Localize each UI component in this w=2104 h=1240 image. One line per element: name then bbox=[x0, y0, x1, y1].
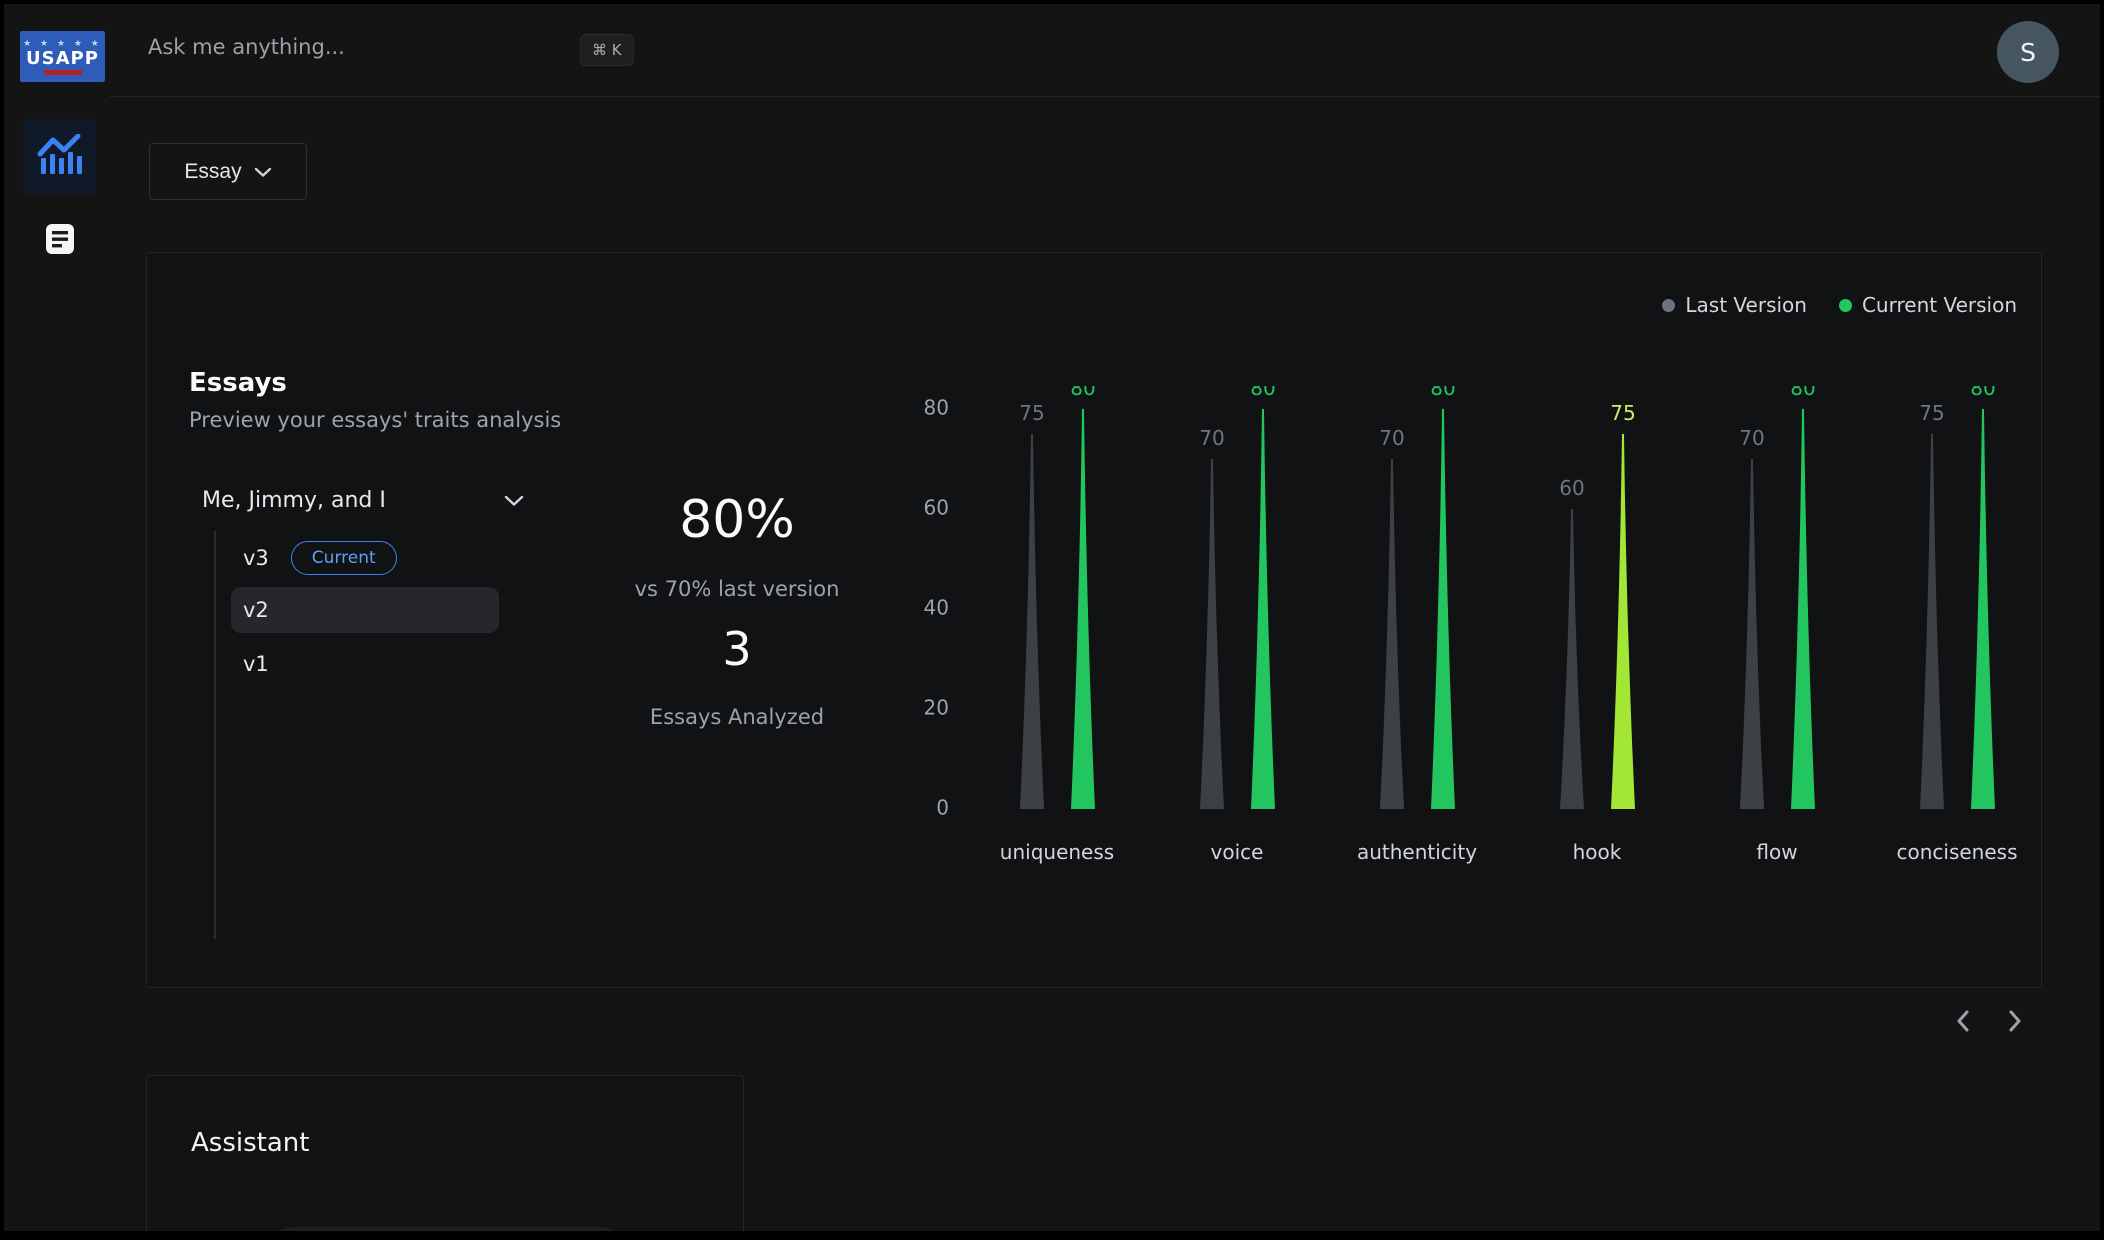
svg-text:80: 80 bbox=[1970, 386, 1995, 400]
chevron-down-icon bbox=[504, 488, 524, 513]
carousel-pager bbox=[1944, 1002, 2034, 1040]
chevron-down-icon bbox=[254, 160, 272, 184]
legend-dot-green bbox=[1839, 299, 1852, 312]
chevron-left-icon[interactable] bbox=[1944, 1002, 1982, 1040]
legend-label: Last Version bbox=[1685, 293, 1807, 317]
logo-stars: ★ ★ ★ ★ ★ bbox=[23, 39, 102, 49]
keyboard-shortcut-badge: ⌘ K bbox=[580, 34, 634, 66]
svg-text:60: 60 bbox=[924, 496, 949, 520]
versions-tree-line bbox=[214, 531, 216, 939]
legend-item-current-version: Current Version bbox=[1839, 293, 2017, 317]
svg-text:75: 75 bbox=[1019, 401, 1044, 425]
bar-chart-trend-icon bbox=[37, 134, 83, 180]
svg-text:uniqueness: uniqueness bbox=[1000, 840, 1114, 864]
svg-text:80: 80 bbox=[1790, 386, 1815, 400]
svg-text:80: 80 bbox=[924, 396, 949, 420]
essays-count: 3 bbox=[722, 623, 751, 675]
essay-selector[interactable]: Me, Jimmy, and I bbox=[202, 483, 524, 517]
svg-text:conciseness: conciseness bbox=[1896, 840, 2017, 864]
current-score: 80% bbox=[679, 491, 795, 549]
logo-red-bar bbox=[44, 70, 82, 75]
legend-label: Current Version bbox=[1862, 293, 2017, 317]
assistant-input-bubble[interactable] bbox=[266, 1227, 628, 1231]
app-logo[interactable]: ★ ★ ★ ★ ★ USAPP bbox=[20, 31, 105, 82]
svg-text:20: 20 bbox=[924, 696, 949, 720]
version-label: v2 bbox=[243, 598, 269, 622]
svg-text:70: 70 bbox=[1199, 426, 1224, 450]
sidebar-item-analytics[interactable] bbox=[23, 119, 96, 194]
svg-text:0: 0 bbox=[936, 796, 949, 820]
logo-text: USAPP bbox=[26, 49, 99, 69]
assistant-panel: Assistant bbox=[146, 1075, 744, 1231]
svg-text:authenticity: authenticity bbox=[1357, 840, 1477, 864]
card-title: Essays bbox=[189, 368, 287, 398]
essay-type-dropdown[interactable]: Essay bbox=[149, 143, 307, 200]
version-label: v1 bbox=[243, 652, 269, 676]
svg-text:70: 70 bbox=[1739, 426, 1764, 450]
app-window: ★ ★ ★ ★ ★ USAPP Ask me anything... ⌘ K S bbox=[4, 4, 2100, 1231]
svg-text:voice: voice bbox=[1211, 840, 1264, 864]
version-row-v2[interactable]: v2 bbox=[231, 587, 499, 633]
version-row-v1[interactable]: v1 bbox=[231, 643, 499, 685]
user-avatar[interactable]: S bbox=[1997, 21, 2059, 83]
svg-text:75: 75 bbox=[1610, 401, 1635, 425]
essays-count-label: Essays Analyzed bbox=[650, 705, 824, 729]
stats-summary: 80% vs 70% last version 3 Essays Analyze… bbox=[577, 491, 897, 729]
version-row-v3[interactable]: v3 Current bbox=[243, 541, 397, 575]
svg-text:flow: flow bbox=[1756, 840, 1797, 864]
svg-text:75: 75 bbox=[1919, 401, 1944, 425]
chevron-right-icon[interactable] bbox=[1996, 1002, 2034, 1040]
svg-text:80: 80 bbox=[1430, 386, 1455, 400]
svg-text:hook: hook bbox=[1573, 840, 1622, 864]
chart-legend: Last Version Current Version bbox=[1662, 293, 2017, 317]
sidebar-item-notes[interactable] bbox=[23, 216, 96, 266]
svg-text:70: 70 bbox=[1379, 426, 1404, 450]
assistant-title: Assistant bbox=[191, 1128, 309, 1158]
svg-text:80: 80 bbox=[1070, 386, 1095, 400]
card-subtitle: Preview your essays' traits analysis bbox=[189, 408, 561, 432]
svg-text:40: 40 bbox=[924, 596, 949, 620]
search-input[interactable]: Ask me anything... bbox=[148, 35, 345, 59]
essays-analysis-card: Last Version Current Version Essays Prev… bbox=[146, 252, 2042, 988]
topbar-divider bbox=[110, 96, 2100, 97]
svg-text:80: 80 bbox=[1250, 386, 1275, 400]
current-version-badge: Current bbox=[291, 541, 397, 575]
notes-icon bbox=[45, 223, 75, 259]
traits-chart: 80 60 40 20 0 75 80 uniqueness 70 80 voice 70 80 auth… bbox=[901, 386, 2051, 896]
essay-type-label: Essay bbox=[184, 160, 241, 184]
svg-text:60: 60 bbox=[1559, 476, 1584, 500]
essay-selector-value: Me, Jimmy, and I bbox=[202, 488, 386, 513]
version-label: v3 bbox=[243, 546, 269, 570]
legend-item-last-version: Last Version bbox=[1662, 293, 1807, 317]
score-comparison: vs 70% last version bbox=[635, 577, 840, 601]
legend-dot-gray bbox=[1662, 299, 1675, 312]
